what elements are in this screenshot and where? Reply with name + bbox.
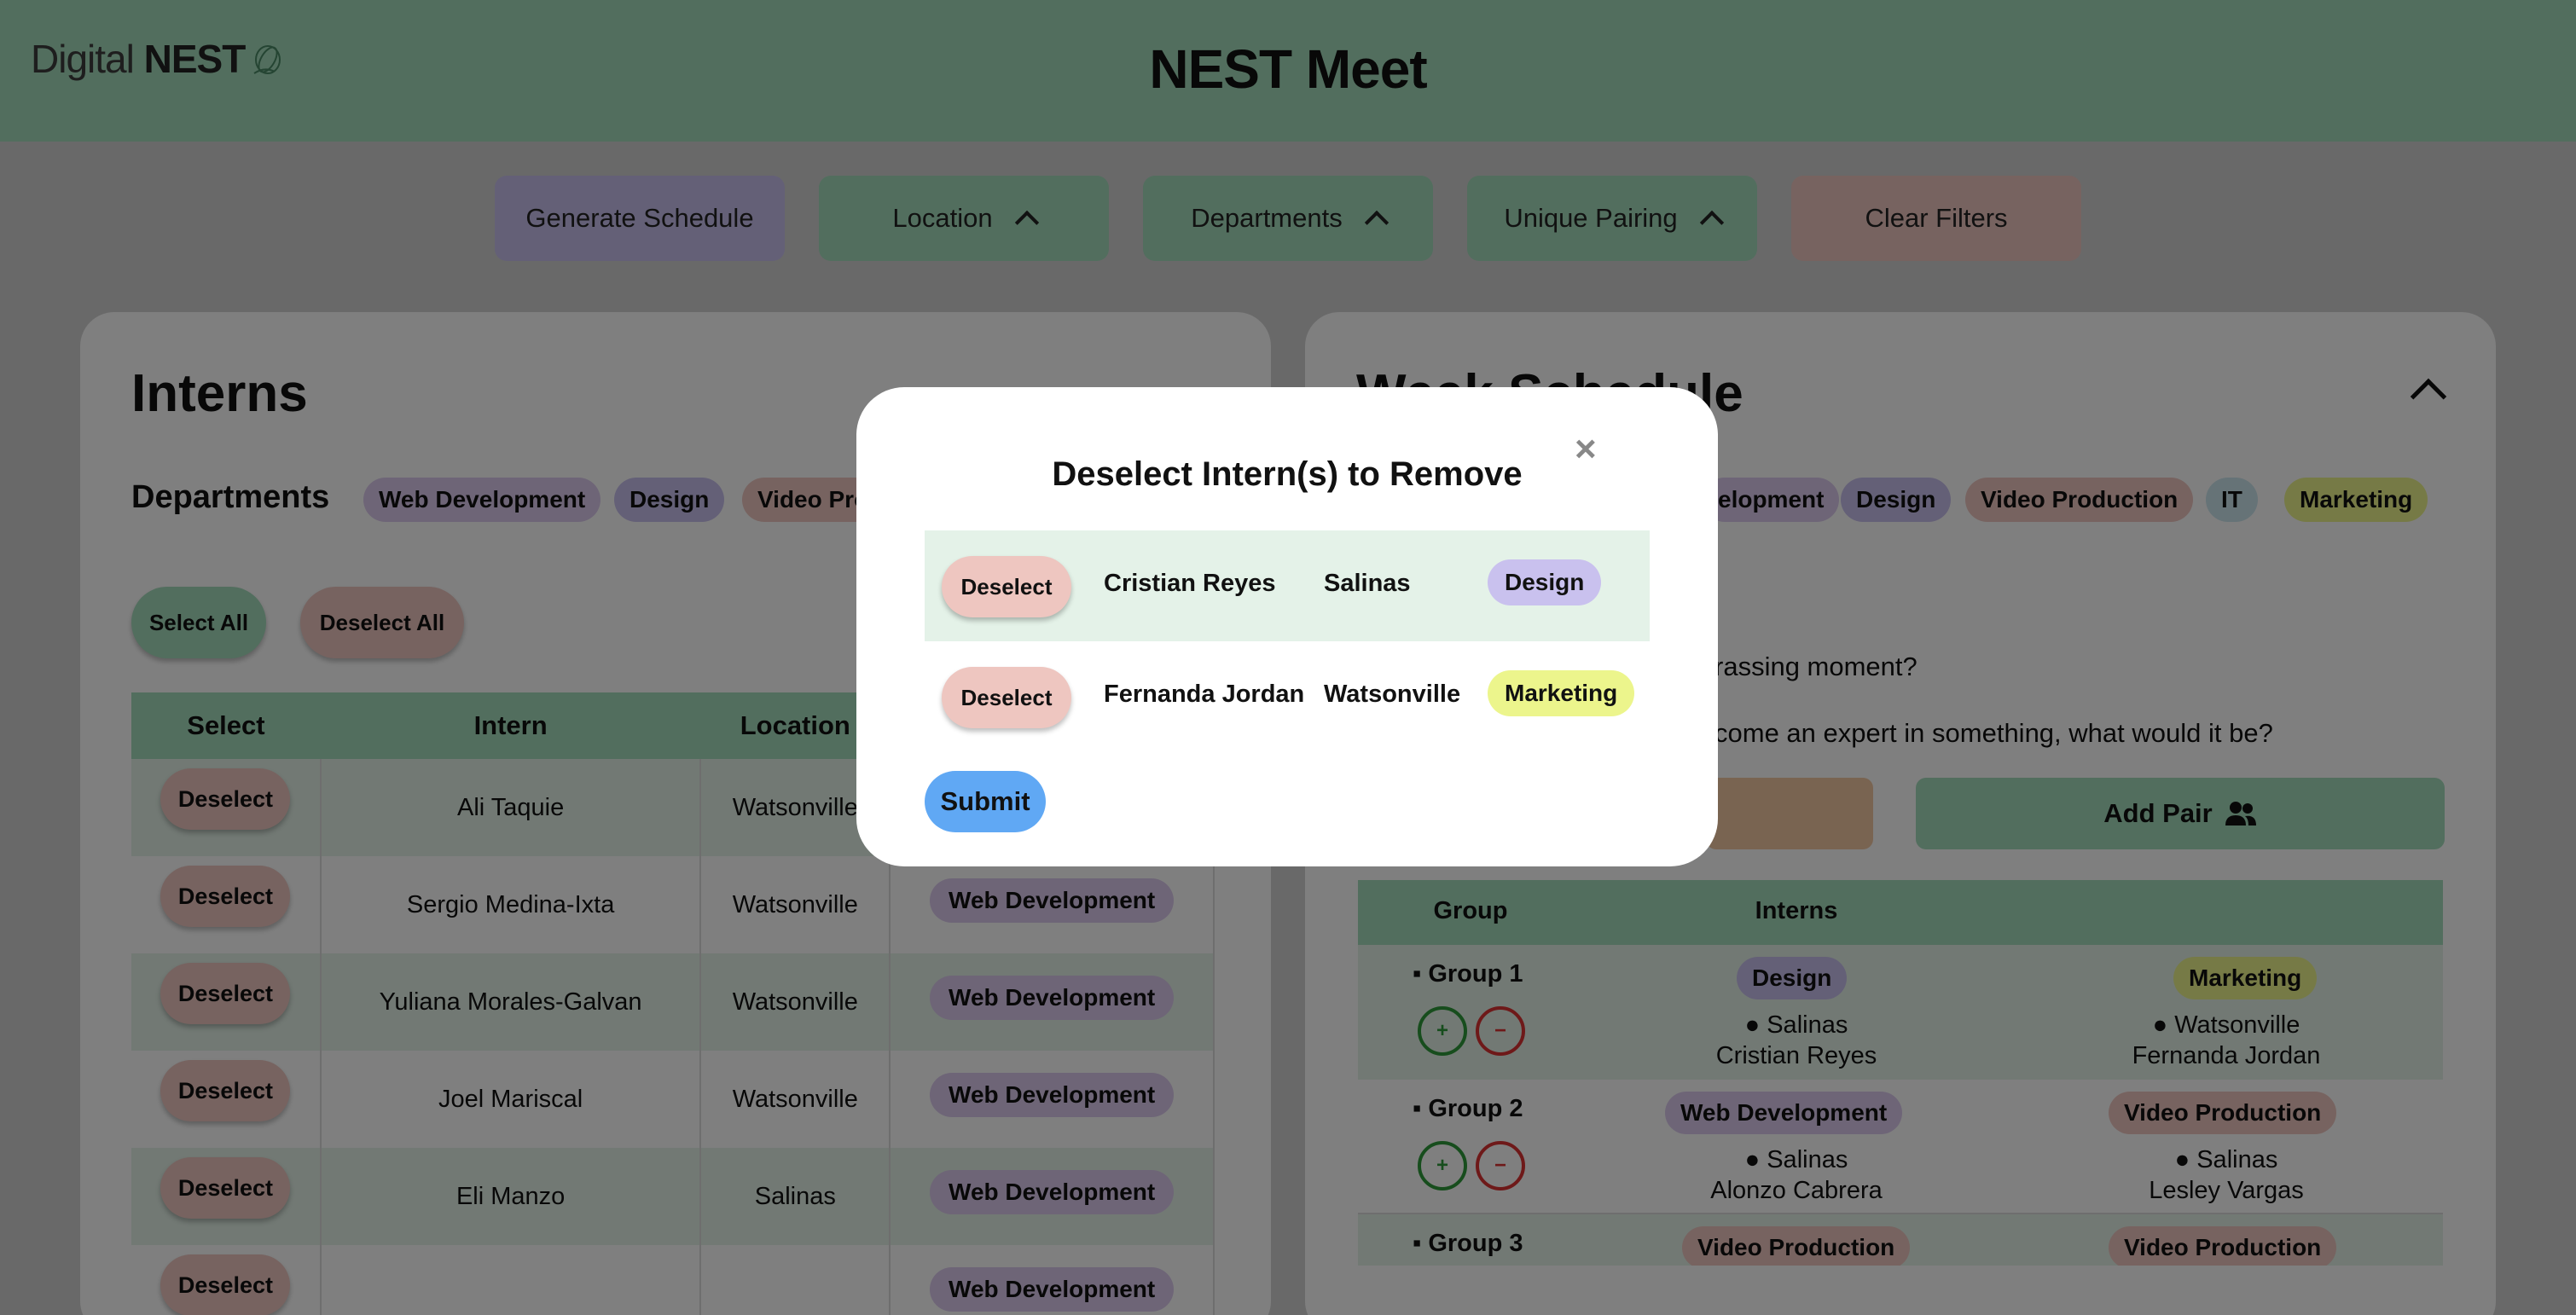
intern-name: Fernanda Jordan (1104, 681, 1305, 708)
close-icon[interactable]: × (1575, 428, 1597, 471)
submit-button[interactable]: Submit (925, 771, 1046, 832)
dept-badge: Design (1488, 559, 1602, 605)
deselect-button[interactable]: Deselect (942, 667, 1071, 728)
deselect-modal: Deselect Intern(s) to Remove × Deselect … (856, 387, 1718, 866)
deselect-button[interactable]: Deselect (942, 556, 1071, 617)
intern-location: Watsonville (1324, 681, 1461, 708)
intern-name: Cristian Reyes (1104, 570, 1276, 597)
intern-location: Salinas (1324, 570, 1411, 597)
dept-badge: Marketing (1488, 670, 1635, 716)
modal-intern-row: Deselect Cristian Reyes Salinas Design (925, 530, 1650, 641)
modal-intern-row: Deselect Fernanda Jordan Watsonville Mar… (925, 641, 1650, 752)
